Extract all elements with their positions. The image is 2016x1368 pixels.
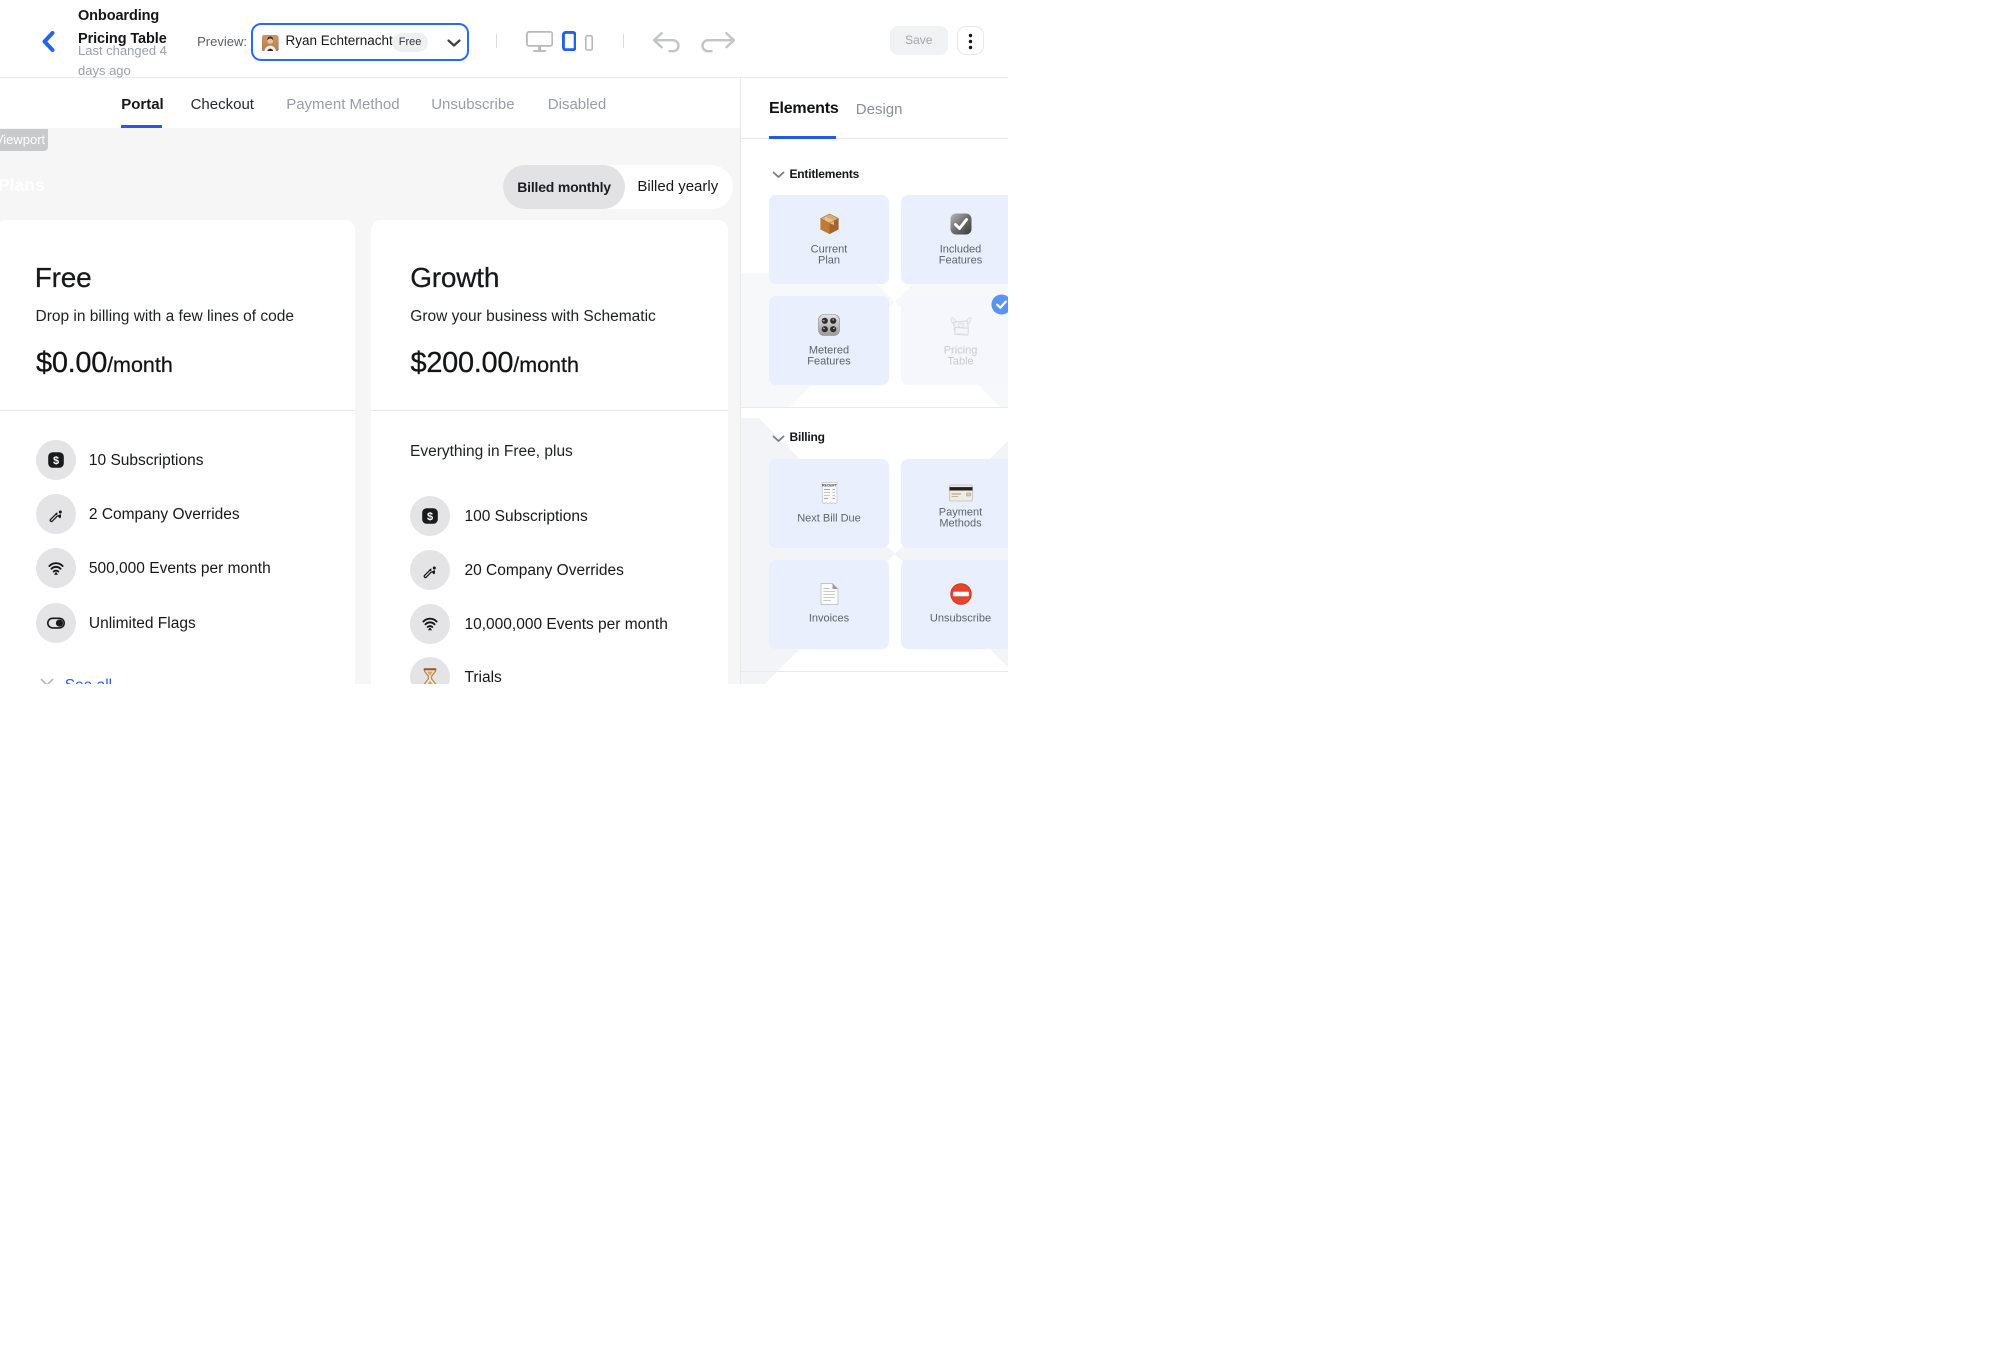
svg-text:$: $ bbox=[53, 455, 59, 467]
svg-text:$: $ bbox=[427, 511, 433, 523]
svg-text:RECEIPT: RECEIPT bbox=[822, 484, 838, 488]
